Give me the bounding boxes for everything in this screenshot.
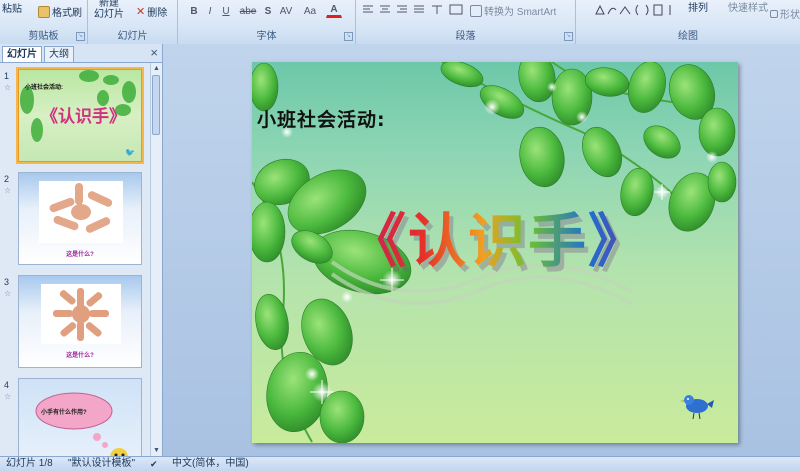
- delete-label: 删除: [147, 8, 168, 19]
- slide-thumbnails: 1 ☆ 小班社会活动: 《认识手》 🐦 2 ☆ 这是什么? 3 ☆ 这是什么? …: [0, 63, 150, 456]
- thumb-4-caption: 小手有什么作用?: [41, 410, 87, 416]
- status-bar: 幻灯片 1/8 "默认设计模板" ✔ 中文(简体，中国): [0, 456, 800, 471]
- thumb-3-caption: 这是什么?: [66, 353, 94, 359]
- cloud-bubble-art: [35, 392, 128, 456]
- slide-subtitle[interactable]: 小班社会活动:: [257, 105, 386, 132]
- bird-icon: [680, 395, 714, 420]
- alignment-icons[interactable]: [362, 4, 466, 16]
- font-launcher-icon[interactable]: ↘: [344, 32, 353, 41]
- shape-effects-label: 形状效: [780, 10, 800, 21]
- slides-group-label: 幻灯片: [117, 31, 148, 42]
- slide-editor: 小班社会活动: 《认识手》 《认识手》: [163, 44, 800, 456]
- scroll-down-icon[interactable]: ▼: [151, 445, 162, 456]
- clipboard-group-label: 剪贴板: [28, 31, 59, 42]
- shapes-gallery[interactable]: [594, 3, 684, 17]
- arrange-button[interactable]: 排列: [688, 0, 708, 14]
- scroll-up-icon[interactable]: ▲: [151, 63, 162, 74]
- star-icon: ☆: [4, 83, 12, 92]
- paragraph-launcher-icon[interactable]: ↘: [564, 32, 573, 41]
- slide-number: 1: [4, 71, 10, 81]
- character-spacing-button[interactable]: AV: [276, 4, 296, 19]
- clipboard-group: 粘贴 格式刷 剪贴板 ↘: [0, 0, 88, 44]
- ribbon: 粘贴 格式刷 剪贴板 ↘ 新建 幻灯片 ✕ 删除 幻灯片 B I U abe S…: [0, 0, 800, 45]
- slide-thumbnail-2[interactable]: 这是什么?: [18, 172, 142, 265]
- quick-styles-label: 快速样式: [728, 3, 768, 14]
- change-case-button[interactable]: Aa: [300, 4, 320, 19]
- strikethrough-button[interactable]: abe: [238, 4, 258, 19]
- underline-button[interactable]: U: [218, 4, 234, 19]
- smartart-icon: [470, 4, 482, 17]
- tab-outline[interactable]: 大纲: [44, 46, 74, 62]
- paragraph-group-label: 段落: [455, 31, 476, 42]
- slide-number: 2: [4, 174, 10, 184]
- slide-title[interactable]: 《认识手》: [348, 194, 648, 278]
- language-indicator[interactable]: 中文(简体，中国): [172, 457, 249, 471]
- slide-number: 4: [4, 380, 10, 390]
- slides-panel: 幻灯片 大纲 × 1 ☆ 小班社会活动: 《认识手》 🐦 2 ☆ 这是什么? 3…: [0, 44, 163, 456]
- slide-thumbnail-3[interactable]: 这是什么?: [18, 275, 142, 368]
- thumbnail-scrollbar[interactable]: ▲ ▼: [150, 63, 162, 456]
- arrange-label: 排列: [688, 3, 708, 14]
- delete-icon: ✕: [136, 6, 146, 18]
- theme-name[interactable]: "默认设计模板": [68, 457, 135, 471]
- drawing-group-label: 绘图: [678, 31, 698, 42]
- new-slide-label-2: 幻灯片: [94, 9, 124, 20]
- new-slide-button[interactable]: 新建 幻灯片: [94, 0, 124, 20]
- scroll-thumb[interactable]: [152, 75, 160, 135]
- delete-slide-button[interactable]: ✕ 删除: [136, 4, 167, 19]
- current-slide[interactable]: 小班社会活动: 《认识手》 《认识手》: [252, 62, 738, 443]
- slide-thumbnail-4[interactable]: 小手有什么作用?: [18, 378, 142, 456]
- paragraph-group: 转换为 SmartArt 段落 ↘: [356, 0, 576, 44]
- shape-effects-icon: [770, 9, 778, 18]
- convert-smartart-label: 转换为 SmartArt: [484, 7, 557, 18]
- close-panel-icon[interactable]: ×: [150, 45, 158, 60]
- shape-effects-button[interactable]: 形状效: [770, 6, 800, 21]
- font-group: B I U abe S AV Aa A 字体 ↘: [178, 0, 356, 44]
- drawing-group: 排列 快速样式 形状效 绘图: [576, 0, 800, 44]
- clipboard-launcher-icon[interactable]: ↘: [76, 32, 85, 41]
- font-group-label: 字体: [256, 31, 277, 42]
- font-color-button[interactable]: A: [326, 4, 342, 18]
- italic-button[interactable]: I: [202, 4, 218, 19]
- star-icon: ☆: [4, 392, 12, 401]
- quick-styles-button[interactable]: 快速样式: [728, 0, 768, 14]
- tab-slides[interactable]: 幻灯片: [2, 46, 42, 62]
- convert-smartart-button[interactable]: 转换为 SmartArt: [470, 3, 556, 18]
- text-shadow-button[interactable]: S: [260, 4, 276, 19]
- brush-icon: [38, 5, 50, 18]
- thumb-1-subtitle: 小班社会活动:: [25, 85, 63, 91]
- spell-check-icon[interactable]: ✔: [150, 457, 158, 471]
- star-icon: ☆: [4, 186, 12, 195]
- slide-number: 3: [4, 277, 10, 287]
- paste-button[interactable]: 粘贴: [2, 0, 22, 15]
- slide-thumbnail-1[interactable]: 小班社会活动: 《认识手》 🐦: [16, 67, 144, 164]
- paste-label: 粘贴: [2, 4, 22, 15]
- star-icon: ☆: [4, 289, 12, 298]
- slides-group: 新建 幻灯片 ✕ 删除 幻灯片: [88, 0, 178, 44]
- thumb-2-caption: 这是什么?: [66, 252, 94, 258]
- thumb-1-title: 《认识手》: [41, 107, 126, 126]
- bold-button[interactable]: B: [186, 4, 202, 19]
- slide-position-text: 幻灯片 1/8: [6, 458, 53, 469]
- format-painter-label: 格式刷: [52, 8, 82, 19]
- panel-tabs: 幻灯片 大纲 ×: [0, 44, 162, 63]
- format-painter-button[interactable]: 格式刷: [38, 4, 82, 19]
- new-slide-label-1: 新建: [99, 0, 119, 9]
- bird-icon: 🐦: [125, 148, 135, 157]
